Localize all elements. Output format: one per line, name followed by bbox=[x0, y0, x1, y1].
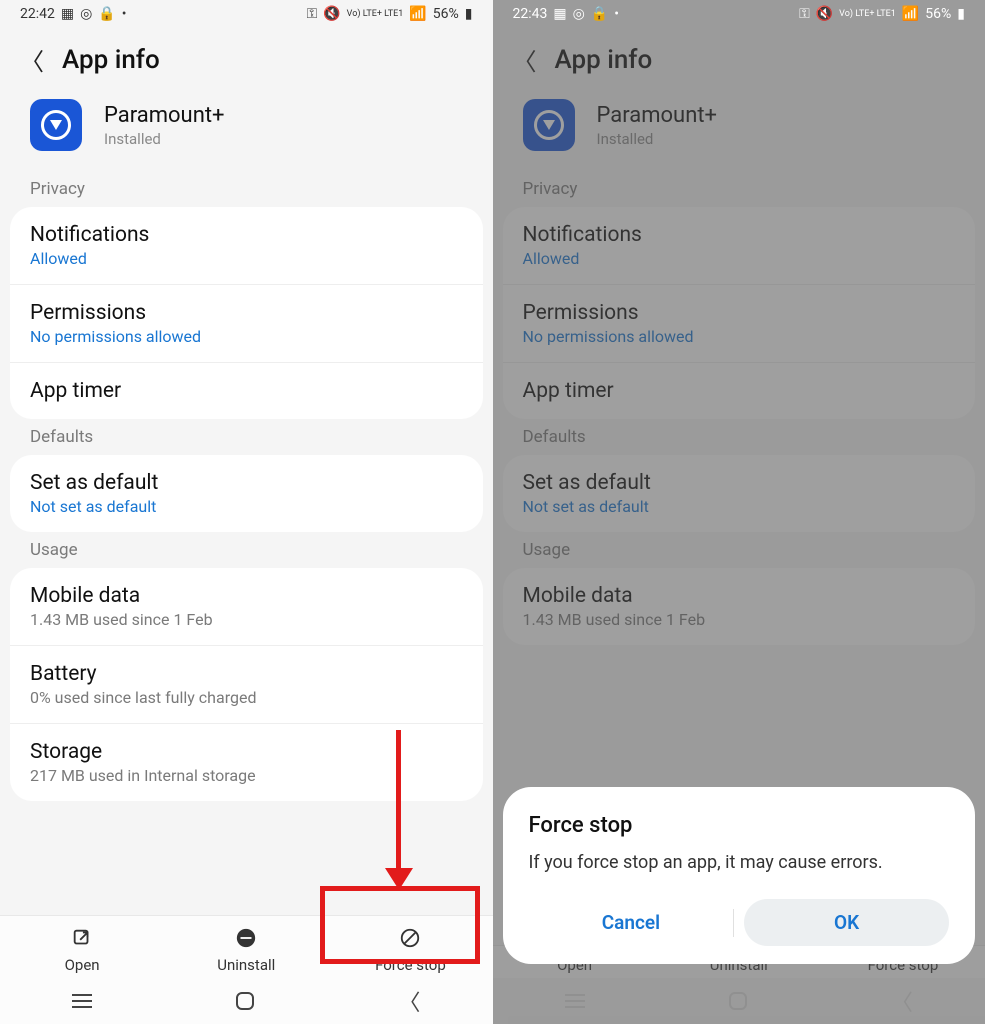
row-setdefault[interactable]: Set as default Not set as default bbox=[10, 455, 483, 532]
section-usage: Usage bbox=[0, 532, 493, 568]
page-title: App info bbox=[62, 45, 160, 75]
section-defaults: Defaults bbox=[0, 419, 493, 455]
app-status: Installed bbox=[104, 130, 225, 148]
vpn-icon: ⚿ bbox=[799, 6, 810, 22]
uninstall-button[interactable]: Uninstall bbox=[164, 926, 328, 974]
image-icon: ▦ bbox=[553, 6, 566, 22]
app-header[interactable]: Paramount+ Installed bbox=[0, 95, 493, 171]
battery-icon: ▮ bbox=[957, 6, 965, 22]
nav-bar: 〈 bbox=[0, 978, 493, 1024]
signal-icon: 📶 bbox=[902, 6, 919, 22]
status-bar: 22:42 ▦ ◎ 🔒 • ⚿ 🔇 Vo) LTE+ LTE1 📶 56% ▮ bbox=[0, 0, 493, 28]
forcestop-button[interactable]: Force stop bbox=[328, 926, 492, 974]
dot-icon: • bbox=[614, 6, 619, 22]
section-privacy: Privacy bbox=[0, 171, 493, 207]
row-storage[interactable]: Storage 217 MB used in Internal storage bbox=[10, 723, 483, 801]
page-header: 〈 App info bbox=[0, 28, 493, 95]
dialog-divider bbox=[733, 909, 734, 937]
row-apptimer[interactable]: App timer bbox=[10, 362, 483, 419]
camera-icon: ◎ bbox=[573, 6, 585, 22]
phone-right: 22:43 ▦ ◎ 🔒 • ⚿ 🔇 Vo) LTE+ LTE1 📶 56% ▮ … bbox=[493, 0, 985, 1024]
uninstall-icon bbox=[234, 926, 258, 950]
battery-icon: ▮ bbox=[465, 6, 473, 22]
row-mobiledata[interactable]: Mobile data 1.43 MB used since 1 Feb bbox=[10, 568, 483, 645]
battery-pct: 56% bbox=[925, 6, 951, 22]
app-icon bbox=[30, 99, 82, 151]
nav-back[interactable]: 〈 bbox=[398, 985, 420, 1017]
signal-icon: 📶 bbox=[409, 6, 426, 22]
dot-icon: • bbox=[122, 6, 127, 22]
cancel-button[interactable]: Cancel bbox=[529, 899, 734, 946]
bottom-actions: Open Uninstall Force stop bbox=[0, 915, 493, 978]
open-icon bbox=[70, 926, 94, 950]
dialog-message: If you force stop an app, it may cause e… bbox=[529, 852, 950, 873]
ok-button[interactable]: OK bbox=[744, 899, 949, 946]
forcestop-dialog: Force stop If you force stop an app, it … bbox=[503, 787, 976, 964]
back-icon[interactable]: 〈 bbox=[20, 42, 44, 77]
status-time: 22:42 bbox=[20, 6, 55, 22]
network-label: Vo) LTE+ LTE1 bbox=[347, 10, 404, 19]
vpn-icon: ⚿ bbox=[307, 6, 318, 22]
open-button[interactable]: Open bbox=[0, 926, 164, 974]
phone-left: 22:42 ▦ ◎ 🔒 • ⚿ 🔇 Vo) LTE+ LTE1 📶 56% ▮ … bbox=[0, 0, 493, 1024]
app-name: Paramount+ bbox=[104, 103, 225, 128]
camera-icon: ◎ bbox=[80, 6, 92, 22]
lock-icon: 🔒 bbox=[98, 6, 115, 22]
mute-icon: 🔇 bbox=[323, 6, 340, 22]
status-time: 22:43 bbox=[513, 6, 548, 22]
row-permissions[interactable]: Permissions No permissions allowed bbox=[10, 284, 483, 362]
lock-icon: 🔒 bbox=[591, 6, 608, 22]
nav-recents[interactable] bbox=[72, 1000, 92, 1002]
forcestop-icon bbox=[398, 926, 422, 950]
nav-home[interactable] bbox=[236, 992, 254, 1010]
row-battery[interactable]: Battery 0% used since last fully charged bbox=[10, 645, 483, 723]
status-bar: 22:43 ▦ ◎ 🔒 • ⚿ 🔇 Vo) LTE+ LTE1 📶 56% ▮ bbox=[493, 0, 985, 28]
dialog-title: Force stop bbox=[529, 813, 950, 838]
row-notifications[interactable]: Notifications Allowed bbox=[10, 207, 483, 284]
network-label: Vo) LTE+ LTE1 bbox=[839, 10, 896, 19]
battery-pct: 56% bbox=[433, 6, 459, 22]
image-icon: ▦ bbox=[61, 6, 74, 22]
mute-icon: 🔇 bbox=[816, 6, 833, 22]
